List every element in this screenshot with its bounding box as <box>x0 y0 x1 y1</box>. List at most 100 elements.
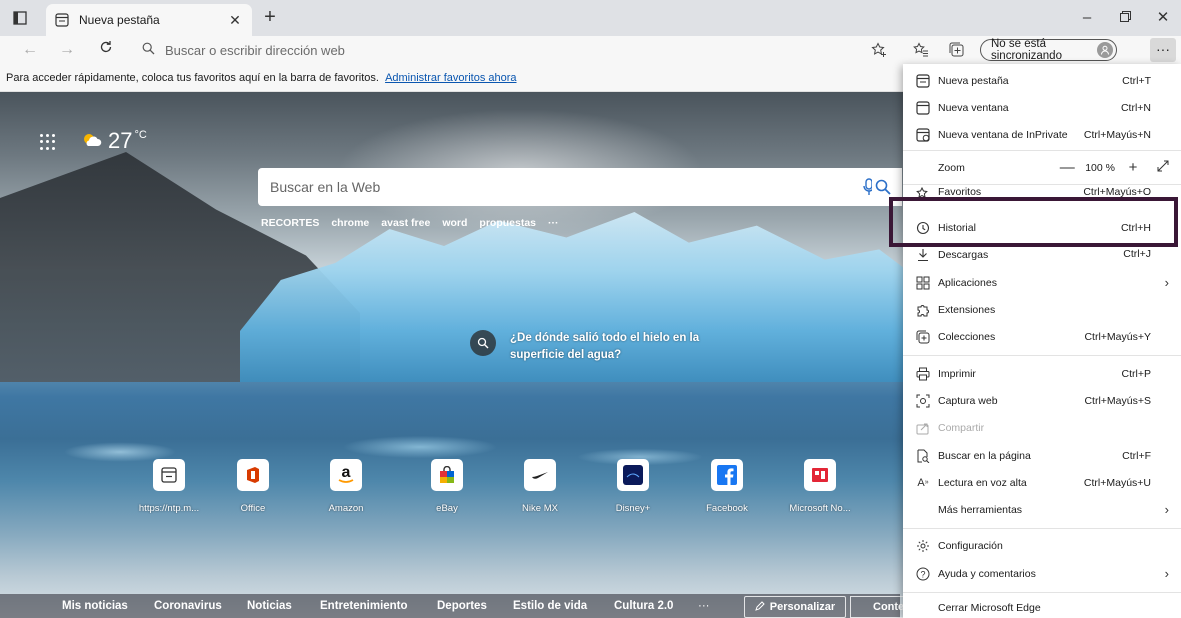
tab-strip: Nueva pestaña ✕ + – ✕ <box>0 0 1181 36</box>
zoom-out-button[interactable]: — <box>1057 159 1077 176</box>
menu-item-read-aloud[interactable]: A» Lectura en voz alta Ctrl+Mayús+U <box>903 469 1181 496</box>
tab-title: Nueva pestaña <box>79 13 160 27</box>
app-launcher-icon[interactable] <box>40 134 56 150</box>
web-search-placeholder: Buscar en la Web <box>270 179 381 195</box>
quick-link-tile[interactable]: Disney+ <box>591 459 675 523</box>
quick-link[interactable]: avast free <box>381 217 430 229</box>
restore-button[interactable] <box>1110 6 1140 30</box>
collections-icon[interactable] <box>946 40 968 60</box>
menu-item-shortcut: Ctrl+Mayús+U <box>1083 476 1151 489</box>
tile-label: Nike MX <box>522 503 558 514</box>
news-more[interactable]: ··· <box>698 600 710 612</box>
settings-and-more-button[interactable]: ··· <box>1150 38 1176 62</box>
news-tab[interactable]: Noticias <box>247 600 292 612</box>
menu-item-new-window[interactable]: Nueva ventana Ctrl+N <box>903 94 1181 121</box>
menu-item-share[interactable]: Compartir <box>903 414 1181 441</box>
web-search-box[interactable]: Buscar en la Web <box>258 168 898 206</box>
chevron-right-icon: › <box>1164 566 1169 581</box>
news-tab[interactable]: Mis noticias <box>62 600 128 612</box>
new-tab-button[interactable]: + <box>258 6 282 29</box>
menu-item-more-tools[interactable]: Más herramientas › <box>903 496 1181 523</box>
back-button[interactable]: ← <box>18 38 42 62</box>
menu-item-label: Imprimir <box>938 367 976 380</box>
quick-link[interactable]: chrome <box>331 217 369 229</box>
quick-link-tile[interactable]: Facebook <box>685 459 769 523</box>
office-icon <box>237 459 269 491</box>
menu-item-print[interactable]: Imprimir Ctrl+P <box>903 360 1181 387</box>
weather-widget[interactable]: 27 °C <box>82 128 147 154</box>
disney-icon <box>617 459 649 491</box>
caption-search-icon <box>470 330 496 356</box>
menu-item-label: Más herramientas <box>938 503 1023 516</box>
menu-item-apps[interactable]: Aplicaciones › <box>903 269 1181 296</box>
menu-item-find-on-page[interactable]: Buscar en la página Ctrl+F <box>903 442 1181 469</box>
menu-item-settings[interactable]: Configuración <box>903 532 1181 559</box>
quick-link-tile[interactable]: Office <box>211 459 295 523</box>
msn-icon <box>804 459 836 491</box>
menu-item-web-capture[interactable]: Captura web Ctrl+Mayús+S <box>903 387 1181 414</box>
menu-item-shortcut: Ctrl+Mayús+Y <box>1084 330 1151 343</box>
svg-text:a: a <box>342 465 351 481</box>
zoom-controls: — 100 % + <box>1057 159 1173 176</box>
news-tab[interactable]: Deportes <box>437 600 487 612</box>
quick-link-tile[interactable]: eBay <box>405 459 489 523</box>
menu-item-downloads[interactable]: Descargas Ctrl+J <box>903 247 1181 265</box>
chevron-right-icon: › <box>1164 502 1169 517</box>
minimize-button[interactable]: – <box>1072 6 1102 30</box>
fullscreen-icon[interactable] <box>1153 159 1173 176</box>
menu-item-shortcut: Ctrl+P <box>1121 367 1151 380</box>
news-tab[interactable]: Entretenimiento <box>320 600 408 612</box>
quick-link[interactable]: word <box>442 217 467 229</box>
menu-item-label: Extensiones <box>938 303 996 316</box>
menu-item-extensions[interactable]: Extensiones <box>903 296 1181 323</box>
content-button[interactable]: Conten <box>850 596 906 618</box>
read-aloud-icon: A» <box>917 476 929 489</box>
new-tab-icon <box>915 73 931 89</box>
quick-link[interactable]: propuestas <box>479 217 536 229</box>
avatar <box>1097 42 1113 58</box>
find-on-page-icon <box>915 448 931 464</box>
menu-item-collections[interactable]: Colecciones Ctrl+Mayús+Y <box>903 323 1181 350</box>
news-tab[interactable]: Estilo de vida <box>513 600 587 612</box>
menu-item-close-edge[interactable]: Cerrar Microsoft Edge <box>903 594 1181 618</box>
chevron-right-icon: › <box>1164 275 1169 290</box>
refresh-button[interactable] <box>94 38 118 62</box>
address-bar[interactable]: Buscar o escribir dirección web <box>130 38 892 62</box>
page-icon <box>153 459 185 491</box>
weather-unit: °C <box>134 129 147 141</box>
menu-item-help-feedback[interactable]: ? Ayuda y comentarios › <box>903 560 1181 587</box>
pencil-icon <box>754 600 765 614</box>
quick-link-more[interactable]: ··· <box>548 217 559 229</box>
forward-button[interactable]: → <box>55 38 79 62</box>
apps-icon <box>915 275 931 291</box>
tab-actions-icon[interactable] <box>12 10 28 26</box>
personalize-button[interactable]: Personalizar <box>744 596 846 618</box>
gear-icon <box>915 538 931 554</box>
news-tab[interactable]: Coronavirus <box>154 600 222 612</box>
address-placeholder: Buscar o escribir dirección web <box>165 42 345 58</box>
add-favorite-icon[interactable] <box>868 40 890 60</box>
close-tab-icon[interactable]: ✕ <box>226 12 244 29</box>
close-window-button[interactable]: ✕ <box>1148 6 1178 30</box>
caption-text: ¿De dónde salió todo el hielo en la supe… <box>510 332 700 361</box>
quick-link-tile[interactable]: https://ntp.m... <box>127 459 211 523</box>
quick-link-tile[interactable]: Nike MX <box>498 459 582 523</box>
tile-label: Microsoft No... <box>789 503 851 514</box>
news-tab[interactable]: Cultura 2.0 <box>614 600 673 612</box>
tab-new-tab[interactable]: Nueva pestaña ✕ <box>46 4 252 36</box>
quick-link-tile[interactable]: Microsoft No... <box>778 459 862 523</box>
image-caption[interactable]: ¿De dónde salió todo el hielo en la supe… <box>470 330 710 364</box>
weather-temperature: 27 <box>108 128 133 153</box>
menu-item-new-inprivate-window[interactable]: Nueva ventana de InPrivate Ctrl+Mayús+N <box>903 121 1181 148</box>
manage-favorites-link[interactable]: Administrar favoritos ahora <box>385 72 516 84</box>
sync-profile-button[interactable]: No se está sincronizando <box>980 38 1117 62</box>
menu-item-new-tab[interactable]: Nueva pestaña Ctrl+T <box>903 67 1181 94</box>
favorites-icon[interactable] <box>910 40 932 60</box>
zoom-in-button[interactable]: + <box>1123 159 1143 176</box>
history-highlight-box <box>889 197 1178 247</box>
menu-item-label: Aplicaciones <box>938 276 997 289</box>
quick-link[interactable]: RECORTES <box>261 217 319 229</box>
quick-link-tile[interactable]: a Amazon <box>304 459 388 523</box>
zoom-value: 100 % <box>1085 161 1115 174</box>
menu-item-shortcut: Ctrl+F <box>1122 449 1151 462</box>
